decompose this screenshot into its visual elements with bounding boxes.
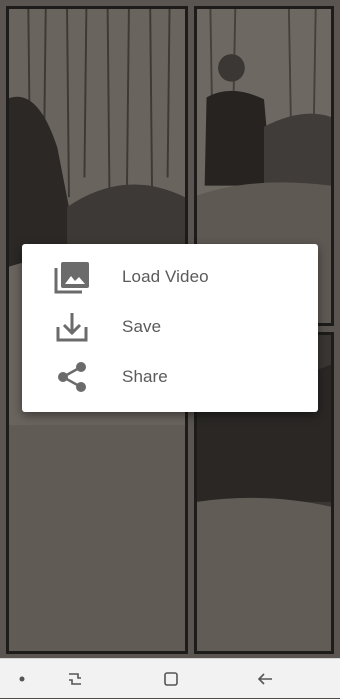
download-tray-icon [22,311,122,343]
save-label: Save [122,317,162,336]
home-icon [164,672,178,686]
back-arrow-icon [257,673,272,685]
dot-icon [19,676,25,682]
recent-apps-icon [69,673,81,685]
share-menu-item[interactable]: Share [22,352,318,402]
recent-apps-button[interactable] [60,659,90,699]
home-button[interactable] [156,659,186,699]
share-label: Share [122,367,168,386]
load-video-menu-item[interactable]: Load Video [22,252,318,302]
share-icon [22,361,122,393]
load-video-label: Load Video [122,267,209,286]
nav-dot-indicator [12,659,32,699]
context-menu: Load Video Save Share [22,244,318,412]
image-library-icon [22,260,122,294]
system-navigation-bar [0,658,340,698]
save-menu-item[interactable]: Save [22,302,318,352]
back-button[interactable] [250,659,280,699]
